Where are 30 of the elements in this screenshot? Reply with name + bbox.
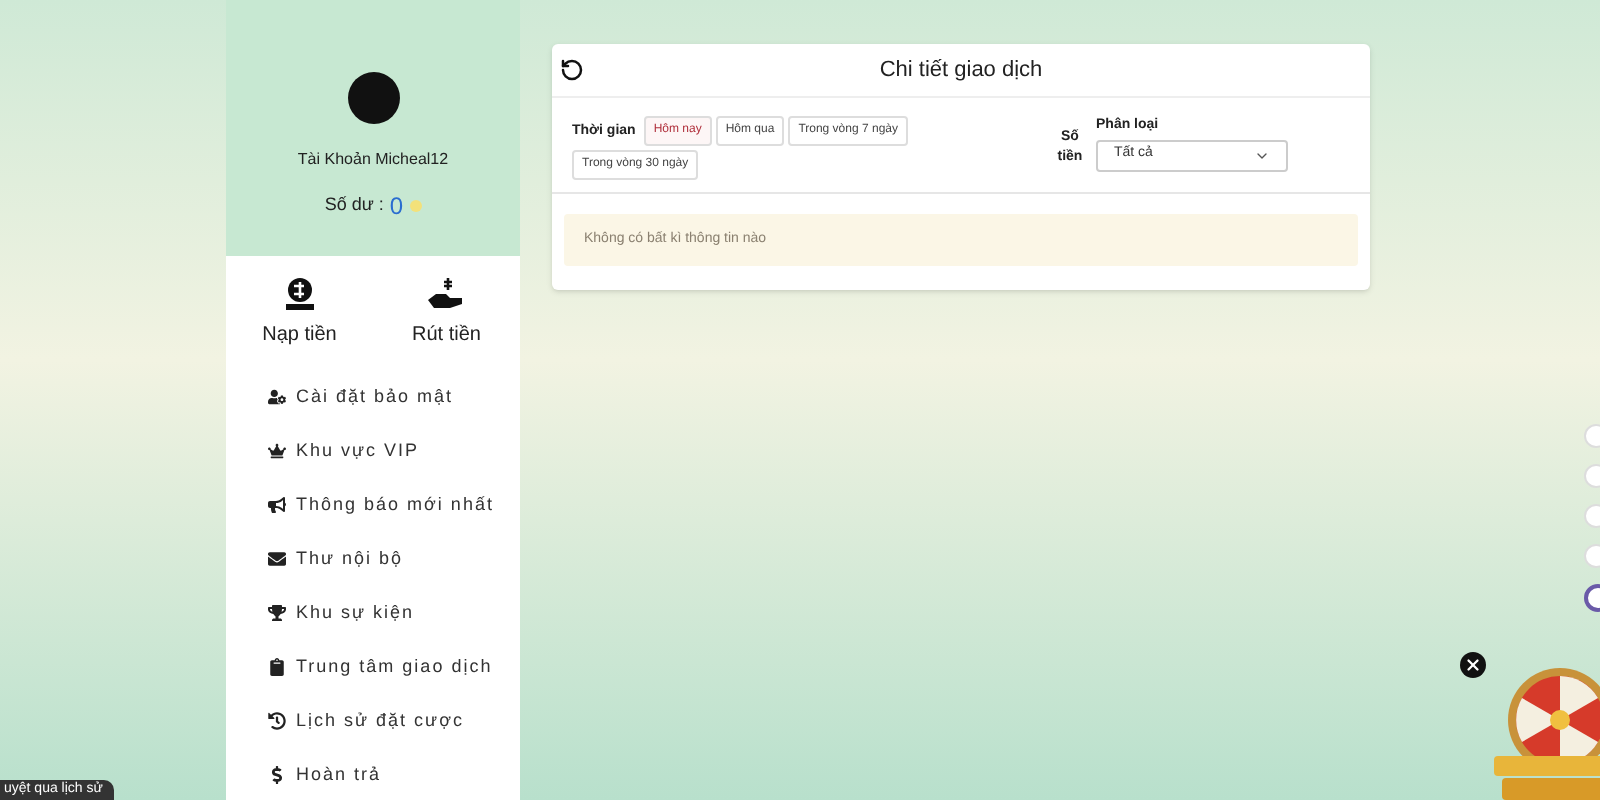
menu-item[interactable]: Khu sự kiện: [268, 598, 520, 628]
balance-label: Số dư :: [324, 192, 384, 219]
account-name: Tài Khoản Micheal12: [297, 148, 449, 172]
envelope-icon: [268, 550, 286, 568]
wallet-button[interactable]: Nạp tiền: [226, 256, 373, 366]
back-button[interactable]: [560, 58, 584, 82]
menu-item[interactable]: Thông báo mới nhất: [268, 490, 520, 520]
close-button[interactable]: [1460, 652, 1486, 678]
close-icon: [1464, 656, 1482, 674]
menu-item[interactable]: Thư nội bộ: [268, 544, 520, 574]
megaphone-icon: [268, 496, 286, 514]
menu-item[interactable]: Lịch sử đặt cược: [268, 706, 520, 736]
coin-icon: [409, 200, 422, 212]
trophy-icon: [268, 604, 286, 622]
history-icon: [268, 712, 286, 730]
menu-item[interactable]: Trung tâm giao dịch: [268, 652, 520, 682]
balance-value: 0: [389, 190, 404, 224]
wallet-button[interactable]: Rút tiền: [373, 256, 520, 366]
menu-item[interactable]: Hoàn trả: [268, 760, 520, 790]
coin-tray-icon: [281, 276, 318, 312]
undo-icon: [560, 58, 584, 82]
card-title: Chi tiết giao dịch: [879, 55, 1043, 86]
avatar: [347, 72, 399, 124]
menu-item[interactable]: Khu vực VIP: [268, 436, 520, 466]
clipboard-icon: [268, 658, 286, 676]
user-gear-icon: [268, 388, 286, 406]
menu-item[interactable]: Cài đặt bảo mật: [268, 382, 520, 412]
hand-coin-icon: [426, 276, 467, 312]
dollar-icon: [268, 766, 286, 784]
crown-icon: [268, 442, 286, 460]
